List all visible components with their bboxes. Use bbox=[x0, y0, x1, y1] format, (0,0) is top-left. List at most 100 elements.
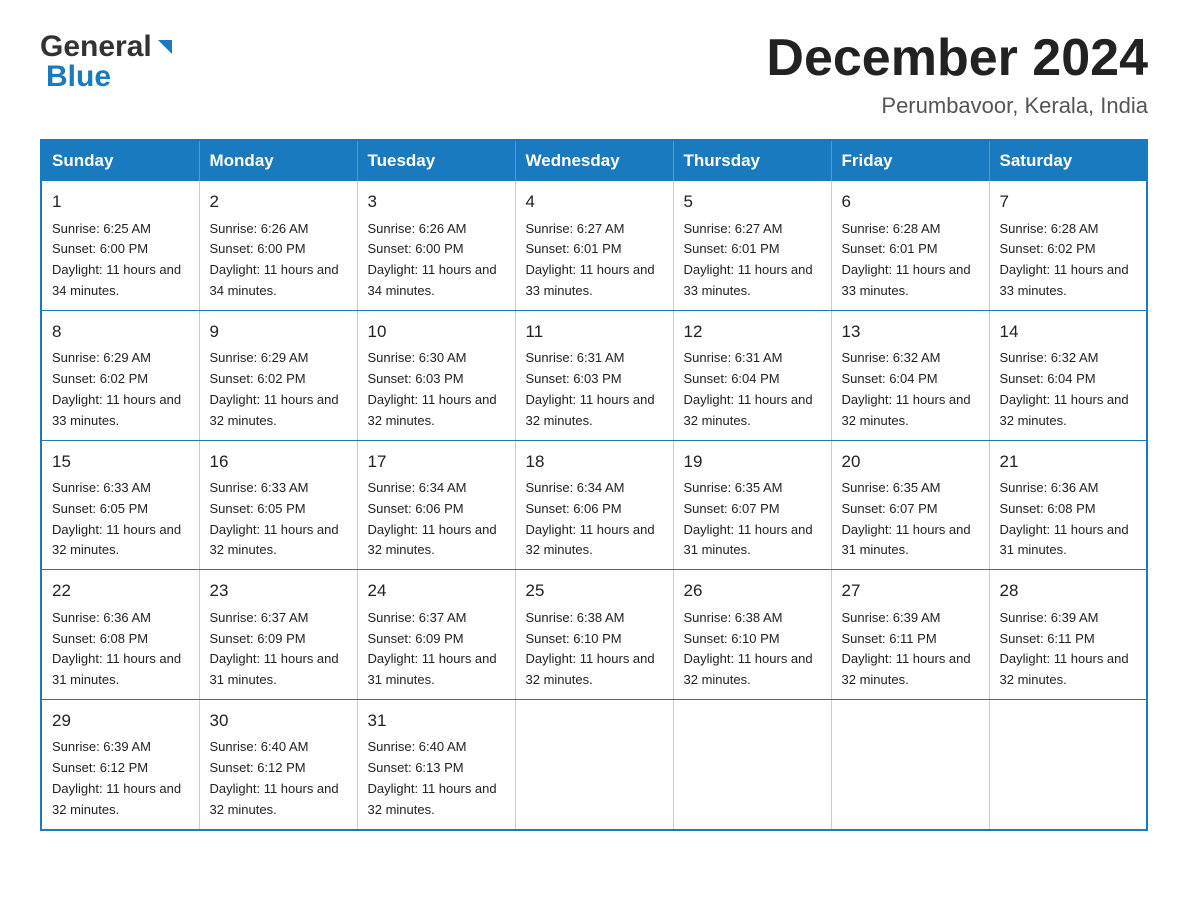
day-info: Sunrise: 6:38 AMSunset: 6:10 PMDaylight:… bbox=[526, 610, 655, 687]
calendar-cell: 7 Sunrise: 6:28 AMSunset: 6:02 PMDayligh… bbox=[989, 181, 1147, 310]
calendar-cell: 14 Sunrise: 6:32 AMSunset: 6:04 PMDaylig… bbox=[989, 310, 1147, 440]
calendar-header-sunday: Sunday bbox=[41, 140, 199, 181]
day-number: 8 bbox=[52, 319, 189, 345]
calendar-cell: 25 Sunrise: 6:38 AMSunset: 6:10 PMDaylig… bbox=[515, 570, 673, 700]
day-info: Sunrise: 6:39 AMSunset: 6:11 PMDaylight:… bbox=[842, 610, 971, 687]
day-info: Sunrise: 6:27 AMSunset: 6:01 PMDaylight:… bbox=[526, 221, 655, 298]
day-info: Sunrise: 6:32 AMSunset: 6:04 PMDaylight:… bbox=[842, 350, 971, 427]
logo-general-text: General bbox=[40, 30, 152, 64]
day-info: Sunrise: 6:34 AMSunset: 6:06 PMDaylight:… bbox=[526, 480, 655, 557]
day-info: Sunrise: 6:28 AMSunset: 6:01 PMDaylight:… bbox=[842, 221, 971, 298]
calendar-cell: 8 Sunrise: 6:29 AMSunset: 6:02 PMDayligh… bbox=[41, 310, 199, 440]
day-number: 30 bbox=[210, 708, 347, 734]
calendar-cell: 5 Sunrise: 6:27 AMSunset: 6:01 PMDayligh… bbox=[673, 181, 831, 310]
day-number: 12 bbox=[684, 319, 821, 345]
logo-blue-text: Blue bbox=[40, 60, 176, 94]
day-number: 2 bbox=[210, 189, 347, 215]
day-number: 25 bbox=[526, 578, 663, 604]
calendar-cell: 29 Sunrise: 6:39 AMSunset: 6:12 PMDaylig… bbox=[41, 699, 199, 829]
calendar-cell: 18 Sunrise: 6:34 AMSunset: 6:06 PMDaylig… bbox=[515, 440, 673, 570]
calendar-cell: 24 Sunrise: 6:37 AMSunset: 6:09 PMDaylig… bbox=[357, 570, 515, 700]
calendar-header-thursday: Thursday bbox=[673, 140, 831, 181]
day-number: 23 bbox=[210, 578, 347, 604]
calendar-cell: 9 Sunrise: 6:29 AMSunset: 6:02 PMDayligh… bbox=[199, 310, 357, 440]
calendar-cell bbox=[831, 699, 989, 829]
day-info: Sunrise: 6:29 AMSunset: 6:02 PMDaylight:… bbox=[52, 350, 181, 427]
day-info: Sunrise: 6:37 AMSunset: 6:09 PMDaylight:… bbox=[368, 610, 497, 687]
calendar-week-row: 15 Sunrise: 6:33 AMSunset: 6:05 PMDaylig… bbox=[41, 440, 1147, 570]
title-block: December 2024 Perumbavoor, Kerala, India bbox=[766, 30, 1148, 119]
page-title: December 2024 bbox=[766, 30, 1148, 87]
day-number: 27 bbox=[842, 578, 979, 604]
day-info: Sunrise: 6:26 AMSunset: 6:00 PMDaylight:… bbox=[368, 221, 497, 298]
logo-arrow-icon bbox=[154, 36, 176, 58]
calendar-cell: 26 Sunrise: 6:38 AMSunset: 6:10 PMDaylig… bbox=[673, 570, 831, 700]
day-number: 5 bbox=[684, 189, 821, 215]
calendar-cell: 13 Sunrise: 6:32 AMSunset: 6:04 PMDaylig… bbox=[831, 310, 989, 440]
day-number: 28 bbox=[1000, 578, 1137, 604]
day-number: 6 bbox=[842, 189, 979, 215]
calendar-cell: 11 Sunrise: 6:31 AMSunset: 6:03 PMDaylig… bbox=[515, 310, 673, 440]
day-number: 18 bbox=[526, 449, 663, 475]
day-number: 1 bbox=[52, 189, 189, 215]
calendar-header-wednesday: Wednesday bbox=[515, 140, 673, 181]
calendar-cell: 20 Sunrise: 6:35 AMSunset: 6:07 PMDaylig… bbox=[831, 440, 989, 570]
day-number: 13 bbox=[842, 319, 979, 345]
calendar-header-row: SundayMondayTuesdayWednesdayThursdayFrid… bbox=[41, 140, 1147, 181]
day-number: 11 bbox=[526, 319, 663, 345]
day-number: 10 bbox=[368, 319, 505, 345]
calendar-cell bbox=[989, 699, 1147, 829]
calendar-table: SundayMondayTuesdayWednesdayThursdayFrid… bbox=[40, 139, 1148, 830]
day-number: 14 bbox=[1000, 319, 1137, 345]
day-info: Sunrise: 6:36 AMSunset: 6:08 PMDaylight:… bbox=[1000, 480, 1129, 557]
day-number: 19 bbox=[684, 449, 821, 475]
calendar-cell: 22 Sunrise: 6:36 AMSunset: 6:08 PMDaylig… bbox=[41, 570, 199, 700]
day-number: 4 bbox=[526, 189, 663, 215]
calendar-cell: 12 Sunrise: 6:31 AMSunset: 6:04 PMDaylig… bbox=[673, 310, 831, 440]
day-number: 15 bbox=[52, 449, 189, 475]
day-number: 26 bbox=[684, 578, 821, 604]
day-number: 29 bbox=[52, 708, 189, 734]
day-info: Sunrise: 6:27 AMSunset: 6:01 PMDaylight:… bbox=[684, 221, 813, 298]
day-info: Sunrise: 6:26 AMSunset: 6:00 PMDaylight:… bbox=[210, 221, 339, 298]
day-number: 24 bbox=[368, 578, 505, 604]
day-number: 9 bbox=[210, 319, 347, 345]
day-number: 16 bbox=[210, 449, 347, 475]
calendar-cell: 1 Sunrise: 6:25 AMSunset: 6:00 PMDayligh… bbox=[41, 181, 199, 310]
calendar-header-friday: Friday bbox=[831, 140, 989, 181]
day-info: Sunrise: 6:35 AMSunset: 6:07 PMDaylight:… bbox=[842, 480, 971, 557]
day-number: 3 bbox=[368, 189, 505, 215]
day-info: Sunrise: 6:34 AMSunset: 6:06 PMDaylight:… bbox=[368, 480, 497, 557]
calendar-cell: 15 Sunrise: 6:33 AMSunset: 6:05 PMDaylig… bbox=[41, 440, 199, 570]
calendar-week-row: 22 Sunrise: 6:36 AMSunset: 6:08 PMDaylig… bbox=[41, 570, 1147, 700]
day-number: 21 bbox=[1000, 449, 1137, 475]
day-info: Sunrise: 6:40 AMSunset: 6:13 PMDaylight:… bbox=[368, 739, 497, 816]
day-info: Sunrise: 6:33 AMSunset: 6:05 PMDaylight:… bbox=[52, 480, 181, 557]
calendar-header-monday: Monday bbox=[199, 140, 357, 181]
day-info: Sunrise: 6:29 AMSunset: 6:02 PMDaylight:… bbox=[210, 350, 339, 427]
calendar-cell: 28 Sunrise: 6:39 AMSunset: 6:11 PMDaylig… bbox=[989, 570, 1147, 700]
calendar-cell: 30 Sunrise: 6:40 AMSunset: 6:12 PMDaylig… bbox=[199, 699, 357, 829]
calendar-cell: 16 Sunrise: 6:33 AMSunset: 6:05 PMDaylig… bbox=[199, 440, 357, 570]
calendar-cell bbox=[515, 699, 673, 829]
day-info: Sunrise: 6:33 AMSunset: 6:05 PMDaylight:… bbox=[210, 480, 339, 557]
day-info: Sunrise: 6:38 AMSunset: 6:10 PMDaylight:… bbox=[684, 610, 813, 687]
day-info: Sunrise: 6:37 AMSunset: 6:09 PMDaylight:… bbox=[210, 610, 339, 687]
day-info: Sunrise: 6:39 AMSunset: 6:12 PMDaylight:… bbox=[52, 739, 181, 816]
calendar-cell: 4 Sunrise: 6:27 AMSunset: 6:01 PMDayligh… bbox=[515, 181, 673, 310]
calendar-week-row: 29 Sunrise: 6:39 AMSunset: 6:12 PMDaylig… bbox=[41, 699, 1147, 829]
calendar-cell: 31 Sunrise: 6:40 AMSunset: 6:13 PMDaylig… bbox=[357, 699, 515, 829]
day-info: Sunrise: 6:36 AMSunset: 6:08 PMDaylight:… bbox=[52, 610, 181, 687]
calendar-cell: 19 Sunrise: 6:35 AMSunset: 6:07 PMDaylig… bbox=[673, 440, 831, 570]
logo: General Blue bbox=[40, 30, 176, 94]
location-subtitle: Perumbavoor, Kerala, India bbox=[766, 93, 1148, 119]
day-info: Sunrise: 6:31 AMSunset: 6:04 PMDaylight:… bbox=[684, 350, 813, 427]
day-number: 22 bbox=[52, 578, 189, 604]
calendar-week-row: 1 Sunrise: 6:25 AMSunset: 6:00 PMDayligh… bbox=[41, 181, 1147, 310]
calendar-cell: 17 Sunrise: 6:34 AMSunset: 6:06 PMDaylig… bbox=[357, 440, 515, 570]
calendar-cell: 23 Sunrise: 6:37 AMSunset: 6:09 PMDaylig… bbox=[199, 570, 357, 700]
day-number: 17 bbox=[368, 449, 505, 475]
calendar-week-row: 8 Sunrise: 6:29 AMSunset: 6:02 PMDayligh… bbox=[41, 310, 1147, 440]
day-number: 31 bbox=[368, 708, 505, 734]
day-info: Sunrise: 6:40 AMSunset: 6:12 PMDaylight:… bbox=[210, 739, 339, 816]
